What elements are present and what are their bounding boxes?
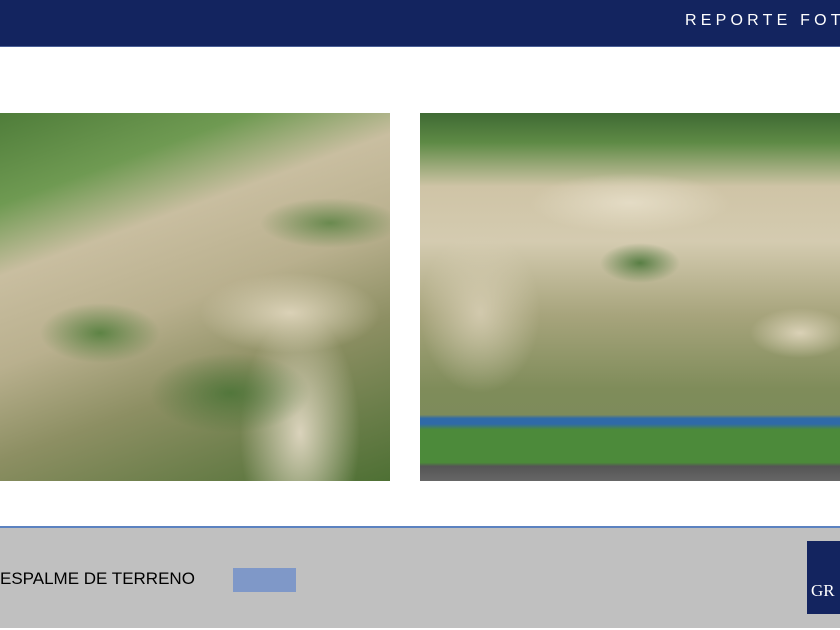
report-title: REPORTE FOTO bbox=[685, 12, 840, 29]
aerial-photo-right bbox=[420, 113, 840, 481]
company-logo: GR bbox=[807, 541, 840, 614]
aerial-photo-left bbox=[0, 113, 390, 481]
activity-label: ESPALME DE TERRENO bbox=[0, 569, 195, 588]
legend-swatch bbox=[233, 568, 296, 592]
logo-text: GR bbox=[811, 581, 835, 600]
footer-bar: ESPALME DE TERRENO GR bbox=[0, 526, 840, 628]
header-bar: REPORTE FOTO bbox=[0, 0, 840, 47]
